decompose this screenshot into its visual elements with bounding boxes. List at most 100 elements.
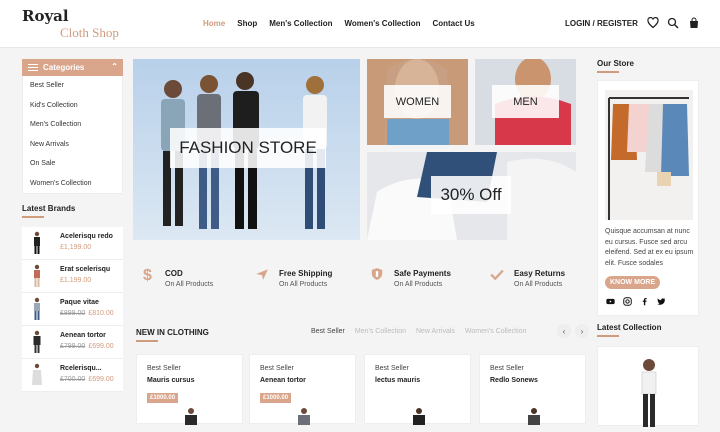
brand-name: Rcelerisqu... <box>60 365 102 372</box>
fashion-store-banner[interactable]: FASHION STORE <box>133 59 360 240</box>
nav-shop[interactable]: Shop <box>237 19 257 28</box>
youtube-icon[interactable] <box>606 297 615 306</box>
women-label: WOMEN <box>384 85 451 118</box>
product-card[interactable]: Best Seller Mauris cursus £1000.00 <box>136 354 243 425</box>
categories-title: Categories <box>43 63 85 72</box>
top-navigation-bar: Royal Cloth Shop Home Shop Men's Collect… <box>0 0 720 48</box>
category-item[interactable]: Best Seller <box>23 76 122 96</box>
twitter-icon[interactable] <box>657 297 666 306</box>
product-thumbnail <box>33 330 41 353</box>
hero-title: FASHION STORE <box>170 128 326 168</box>
latest-collection-title: Latest Collection <box>597 323 699 337</box>
feature-title: Free Shipping <box>279 269 333 278</box>
feature-subtitle: On All Products <box>394 281 443 288</box>
brand-item[interactable]: Aenean tortor £799.00 £699.00 <box>22 326 123 359</box>
latest-collection-card[interactable] <box>597 346 699 427</box>
category-item[interactable]: Women's Collection <box>23 174 122 194</box>
brand-item[interactable]: Paque vitae £899.00 £810.00 <box>22 293 123 326</box>
product-thumbnail <box>34 297 40 320</box>
social-links <box>606 297 666 306</box>
product-image <box>298 408 310 425</box>
know-more-button[interactable]: KNOW MORE <box>605 276 661 289</box>
product-tag: Best Seller <box>490 365 524 372</box>
category-item[interactable]: Men's Collection <box>23 115 122 135</box>
menu-icon <box>28 62 38 73</box>
instagram-icon[interactable] <box>623 297 632 306</box>
product-name: lectus mauris <box>375 377 421 384</box>
clothing-rack-image <box>605 90 693 220</box>
tab-mens-collection[interactable]: Men's Collection <box>355 328 406 335</box>
heart-icon[interactable] <box>647 17 659 29</box>
latest-brands-title: Latest Brands <box>22 204 123 218</box>
nav-mens-collection[interactable]: Men's Collection <box>269 19 332 28</box>
product-name: Mauris cursus <box>147 377 195 384</box>
collection-tabs: Best Seller Men's Collection New Arrival… <box>311 328 536 335</box>
store-image <box>605 90 693 220</box>
product-name: Redlo Sonews <box>490 377 538 384</box>
offer-label: 30% Off <box>431 176 511 214</box>
category-item[interactable]: On Sale <box>23 154 122 174</box>
price-badge: £1000.00 <box>260 393 292 403</box>
product-thumbnail <box>34 264 40 287</box>
tab-new-arrivals[interactable]: New Arrivals <box>416 328 455 335</box>
offer-banner[interactable]: 30% Off <box>367 152 576 240</box>
product-image <box>185 408 197 425</box>
search-icon[interactable] <box>667 17 679 29</box>
category-item[interactable]: Kid's Collection <box>23 96 122 116</box>
product-card[interactable]: Best Seller Redlo Sonews <box>479 354 586 425</box>
feature-title: Easy Returns <box>514 269 566 278</box>
features-row: $ COD On All Products Free Shipping On A… <box>133 262 588 302</box>
our-store-title: Our Store <box>597 59 699 73</box>
product-card[interactable]: Best Seller lectus mauris <box>364 354 471 425</box>
product-thumbnail <box>34 231 40 254</box>
brands-list: Acelerisqu redo £1,199.00 Erat scelerisq… <box>22 227 123 392</box>
brand-price: £1,199.00 <box>60 277 92 284</box>
brand-item[interactable]: Acelerisqu redo £1,199.00 <box>22 227 123 260</box>
tab-womens-collection[interactable]: Women's Collection <box>465 328 527 335</box>
categories-list: Best Seller Kid's Collection Men's Colle… <box>22 76 123 194</box>
logo-line1: Royal <box>22 7 69 25</box>
women-banner[interactable]: WOMEN <box>367 59 468 145</box>
brand-item[interactable]: Rcelerisqu... £700.00 £699.00 <box>22 359 123 392</box>
carousel-arrows: ‹ › <box>557 324 589 338</box>
nav-contact-us[interactable]: Contact Us <box>432 19 474 28</box>
chevron-left-icon[interactable]: ‹ <box>557 324 571 338</box>
nav-home[interactable]: Home <box>203 19 225 28</box>
product-tag: Best Seller <box>147 365 181 372</box>
dollar-icon: $ <box>143 267 152 282</box>
latest-collection-widget: Latest Collection <box>597 323 699 427</box>
new-in-clothing-title: NEW IN CLOTHING <box>136 328 209 342</box>
shopping-bag-icon[interactable] <box>688 17 700 29</box>
product-image <box>528 408 540 425</box>
product-tag: Best Seller <box>260 365 294 372</box>
brand-price: £899.00 £810.00 <box>60 310 114 317</box>
brand-item[interactable]: Erat scelerisqu £1,199.00 <box>22 260 123 293</box>
logo-line2: Cloth Shop <box>60 25 119 40</box>
feature-title: COD <box>165 269 183 278</box>
product-card[interactable]: Best Seller Aenean tortor £1000.00 <box>249 354 356 425</box>
chevron-up-icon: ⌃ <box>111 62 118 71</box>
main-menu: Home Shop Men's Collection Women's Colle… <box>203 19 487 28</box>
svg-text:$: $ <box>143 267 152 282</box>
brand-name: Aenean tortor <box>60 332 106 339</box>
feature-title: Safe Payments <box>394 269 451 278</box>
brand-name: Paque vitae <box>60 299 99 306</box>
product-thumbnail <box>32 363 42 385</box>
latest-collection-image <box>641 359 657 427</box>
product-name: Aenean tortor <box>260 377 306 384</box>
category-item[interactable]: New Arrivals <box>23 135 122 155</box>
tab-best-seller[interactable]: Best Seller <box>311 328 345 335</box>
product-tag: Best Seller <box>375 365 409 372</box>
facebook-icon[interactable] <box>640 297 649 306</box>
airplane-icon <box>256 269 268 280</box>
brand-name: Erat scelerisqu <box>60 266 111 273</box>
brand-name: Acelerisqu redo <box>60 233 113 240</box>
login-register-link[interactable]: LOGIN / REGISTER <box>565 19 638 28</box>
brand-price: £799.00 £699.00 <box>60 343 114 350</box>
site-logo[interactable]: Royal Cloth Shop <box>22 7 119 40</box>
nav-womens-collection[interactable]: Women's Collection <box>344 19 420 28</box>
men-banner[interactable]: MEN <box>475 59 576 145</box>
categories-header[interactable]: Categories ⌃ <box>22 59 123 76</box>
chevron-right-icon[interactable]: › <box>575 324 589 338</box>
feature-subtitle: On All Products <box>514 281 563 288</box>
